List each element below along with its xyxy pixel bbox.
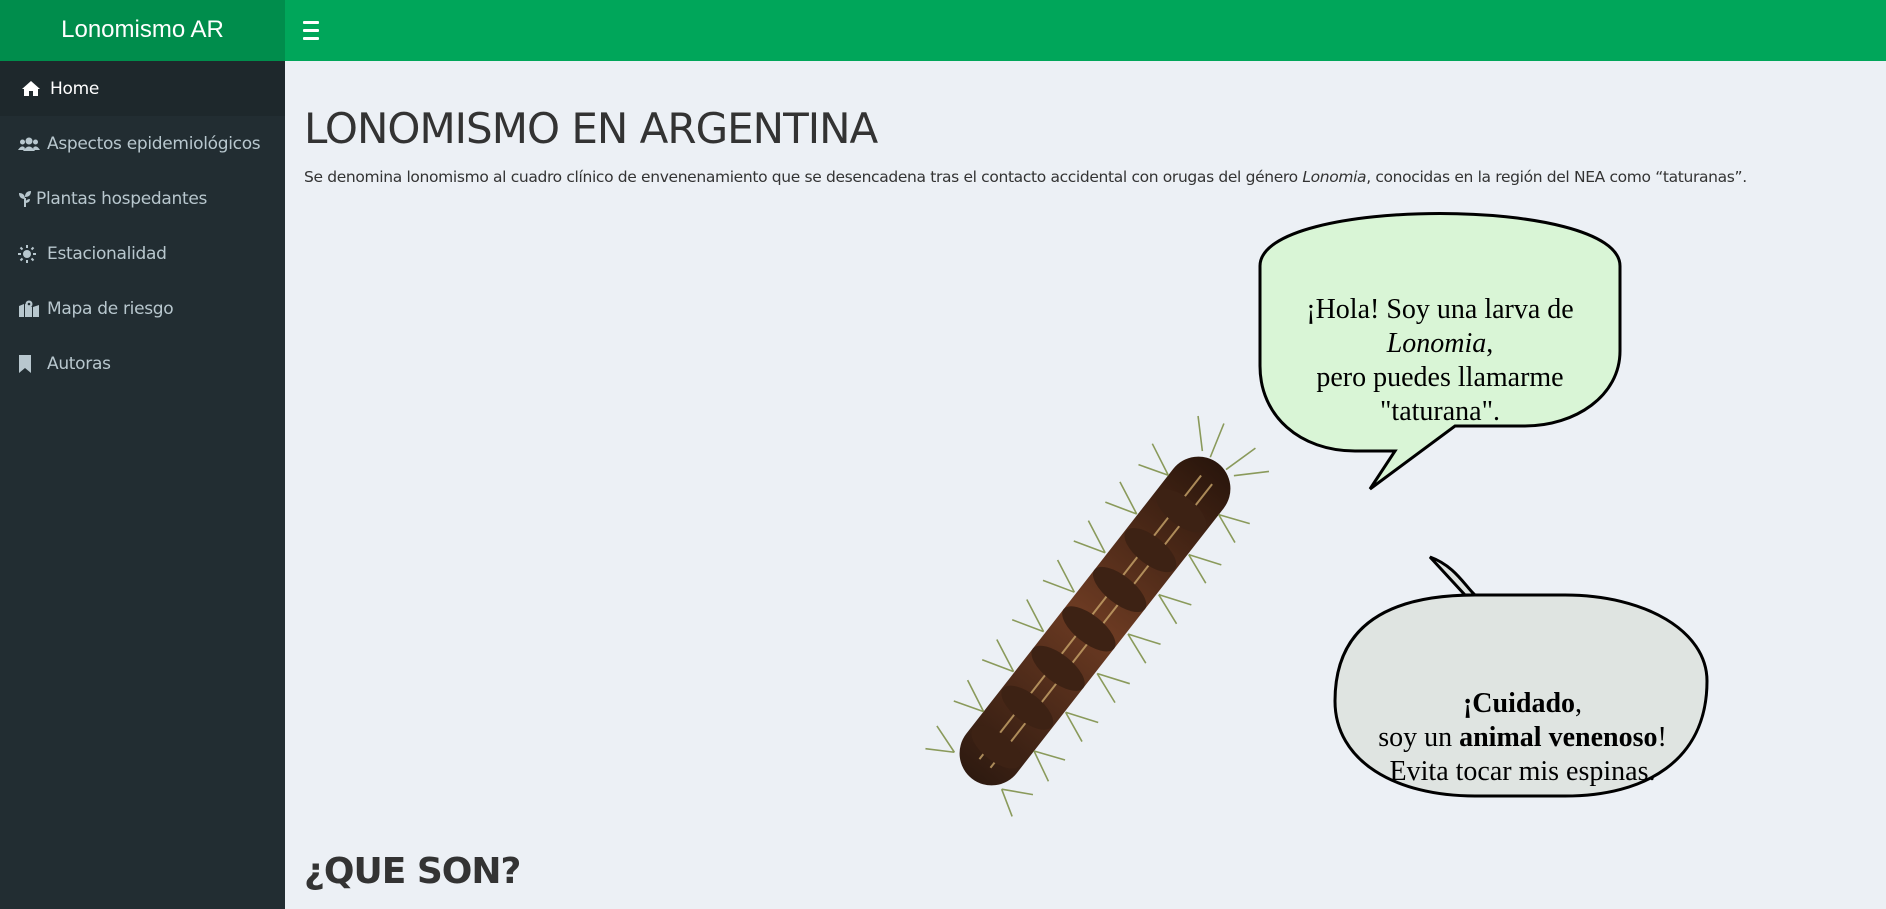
bubble-bottom-line3: Evita tocar mis espinas. xyxy=(1389,756,1656,787)
bubble-bottom-line2: soy un animal venenoso! xyxy=(1345,721,1700,755)
sidebar-item-label: Estacionalidad xyxy=(47,243,167,264)
bubble-top-genus: Lonomia xyxy=(1386,328,1487,359)
bubble-bottom-line1: ¡Cuidado, xyxy=(1345,687,1700,721)
sidebar-item-autoras[interactable]: Autoras xyxy=(0,336,285,391)
intro-paragraph: Se denomina lonomismo al cuadro clínico … xyxy=(304,168,1747,186)
sidebar-item-label: Autoras xyxy=(47,353,111,374)
section-heading: ¿QUE SON? xyxy=(304,851,521,892)
intro-genus: Lonomia xyxy=(1302,168,1367,186)
bubble-top-line2: Lonomia, xyxy=(1265,327,1615,361)
bubble-bottom-venomous: animal venenoso xyxy=(1459,722,1658,753)
sidebar-item-label: Plantas hospedantes xyxy=(36,188,208,209)
main-content: LONOMISMO EN ARGENTINA Se denomina lonom… xyxy=(285,61,1886,909)
sun-icon xyxy=(18,244,42,264)
sidebar-item-plantas[interactable]: Plantas hospedantes xyxy=(0,171,285,226)
sidebar: Home Aspectos epidemiológicos Plantas ho… xyxy=(0,61,285,909)
sidebar-item-label: Aspectos epidemiológicos xyxy=(47,133,261,154)
top-header: Lonomismo AR xyxy=(0,0,1886,61)
seedling-icon xyxy=(18,189,36,209)
bubble-top-comma: , xyxy=(1486,328,1494,359)
intro-text-end: , conocidas en la región del NEA como “t… xyxy=(1366,168,1747,186)
app-logo[interactable]: Lonomismo AR xyxy=(0,0,285,61)
menu-toggle-icon[interactable] xyxy=(300,16,322,44)
bubble-bottom-comma: , xyxy=(1575,688,1583,719)
bubble-bottom-text: ¡Cuidado, soy un animal venenoso! Evita … xyxy=(1345,687,1700,789)
caterpillar-image xyxy=(925,415,1270,817)
bubble-top-line3: pero puedes llamarme xyxy=(1316,362,1564,393)
sidebar-item-label: Mapa de riesgo xyxy=(47,298,174,319)
bubble-bottom-warning: ¡Cuidado xyxy=(1462,688,1576,719)
bubble-bottom-excl: ! xyxy=(1657,722,1667,753)
intro-text: Se denomina lonomismo al cuadro clínico … xyxy=(304,168,1303,186)
sidebar-item-label: Home xyxy=(50,78,100,99)
page-title: LONOMISMO EN ARGENTINA xyxy=(304,104,878,153)
bubble-top-text: ¡Hola! Soy una larva de Lonomia, pero pu… xyxy=(1265,293,1615,429)
bookmark-icon xyxy=(18,354,42,374)
bubble-top-line1: ¡Hola! Soy una larva de xyxy=(1306,294,1574,325)
users-icon xyxy=(18,134,42,154)
map-marked-icon xyxy=(18,299,42,319)
sidebar-item-estacionalidad[interactable]: Estacionalidad xyxy=(0,226,285,281)
bubble-top-line4: "taturana". xyxy=(1379,396,1501,427)
sidebar-item-mapa[interactable]: Mapa de riesgo xyxy=(0,281,285,336)
sidebar-item-aspectos[interactable]: Aspectos epidemiológicos xyxy=(0,116,285,171)
bubble-bottom-pre: soy un xyxy=(1378,722,1460,753)
sidebar-item-home[interactable]: Home xyxy=(0,61,285,116)
caterpillar-illustration: ¡Hola! Soy una larva de Lonomia, pero pu… xyxy=(765,201,1725,881)
home-icon xyxy=(21,79,45,99)
